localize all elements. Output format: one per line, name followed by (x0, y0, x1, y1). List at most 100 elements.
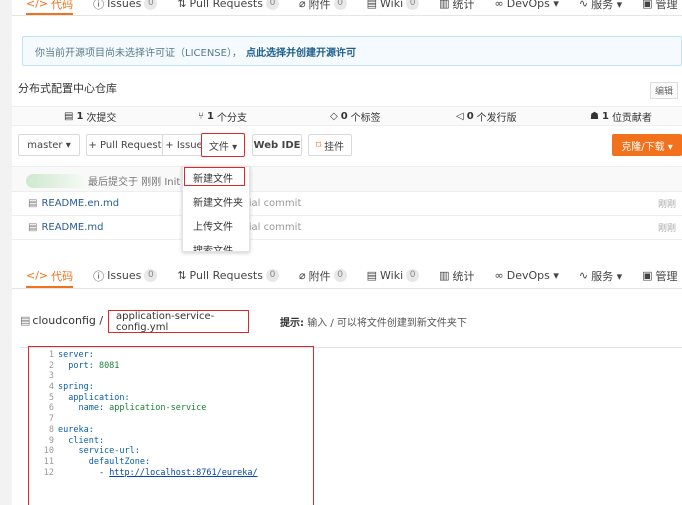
clone-download-button[interactable]: 克隆/下载 ▾ (612, 134, 682, 156)
file-menu-button[interactable]: 文件 ▾ (201, 133, 245, 157)
folder-icon: ▤ (20, 314, 31, 327)
tab-count-badge: 0 (406, 0, 420, 10)
yaml-key: name: (58, 403, 105, 414)
file-time: 刚刚 (657, 224, 676, 234)
url-link[interactable]: http://localhost:8761/eureka/ (109, 468, 257, 478)
mount-label: 挂件 (324, 141, 345, 153)
commit-icon: ▤ (64, 110, 74, 122)
branch-select[interactable]: master ▾ (18, 134, 80, 156)
tab-5[interactable]: ▥ 统计 (439, 263, 474, 288)
tab-3[interactable]: ⌀ 附件 0 (299, 0, 347, 15)
latest-commit-row: 最后提交于 刚刚 Init (12, 166, 682, 192)
tab-label: Issues (107, 0, 142, 10)
tab-icon: ⇅ (177, 269, 187, 282)
code-line: server: (58, 350, 258, 361)
tab-count-badge: 0 (144, 269, 158, 282)
tab-7[interactable]: ∿ 服务 ▾ (579, 263, 622, 288)
file-row[interactable]: ▤ README.md itial commit 刚刚 (12, 216, 682, 240)
line-number: 9 (48, 435, 54, 446)
menu-item-search-file[interactable]: 搜索文件 (183, 241, 249, 251)
stat-branches[interactable]: ⑂ 1 个分支 (198, 109, 247, 124)
tab-label: DevOps ▾ (506, 269, 559, 282)
releases-label: 个发行版 (476, 112, 517, 124)
tab-label: Wiki (380, 269, 404, 282)
tab-6[interactable]: ∞ DevOps ▾ (495, 0, 559, 15)
code-line: port: 8081 (58, 361, 258, 372)
file-link[interactable]: ▤ README.md (28, 222, 103, 233)
tab-2[interactable]: ⇅ Pull Requests 0 (177, 263, 279, 288)
tab-8[interactable]: ▣ 管理 (642, 0, 677, 15)
tab-8[interactable]: ▣ 管理 (642, 263, 677, 288)
choose-license-link[interactable]: 点此选择并创建开源许可 (246, 44, 356, 59)
bookmark-icon: ⌑ (315, 139, 322, 151)
code-line: eureka: (58, 425, 258, 436)
new-issue-button[interactable]: + Issue (162, 134, 206, 156)
repo-nav-top: </> 代码 ⓘ Issues 0 ⇅ Pull Requests 0 ⌀ 附件 0 ▤ Wiki 0 ▥ 统… (12, 0, 682, 16)
tab-4[interactable]: ▤ Wiki 0 (367, 0, 420, 15)
tab-5[interactable]: ▥ 统计 (439, 0, 474, 15)
mount-button[interactable]: ⌑ 挂件 (308, 134, 352, 156)
breadcrumb-folder[interactable]: cloudconfig / (32, 314, 103, 327)
line-number: 4 (48, 382, 54, 393)
filename-input[interactable]: application-service-config.yml (108, 310, 249, 333)
tab-label: 统计 (452, 269, 475, 283)
tab-6[interactable]: ∞ DevOps ▾ (495, 263, 559, 288)
tab-0[interactable]: </> 代码 (26, 263, 74, 288)
tab-1[interactable]: ⓘ Issues 0 (93, 263, 158, 288)
tab-0[interactable]: </> 代码 (26, 0, 74, 15)
stat-releases[interactable]: ◁ 0 个发行版 (456, 109, 517, 124)
contributors-icon: ☗ (590, 110, 599, 122)
tab-label: 附件 (308, 0, 331, 11)
file-name: README.md (41, 222, 104, 233)
tab-label: 代码 (51, 0, 74, 11)
yaml-key: spring: (58, 382, 94, 393)
tab-icon: ▣ (642, 0, 653, 10)
line-number: 6 (48, 403, 54, 414)
line-number: 11 (43, 456, 54, 467)
menu-item-upload-file[interactable]: 上传文件 (183, 217, 249, 239)
web-ide-button[interactable]: Web IDE (252, 134, 302, 156)
contributors-label: 位贡献者 (611, 112, 652, 124)
tab-label: 代码 (51, 269, 74, 283)
yaml-key: application: (58, 392, 130, 403)
file-row[interactable]: ▤ README.en.md itial commit 刚刚 (12, 192, 682, 216)
branches-count: 1 (207, 110, 214, 122)
repo-nav-second: </> 代码 ⓘ Issues 0 ⇅ Pull Requests 0 ⌀ 附件 0 ▤ Wiki 0 ▥ 统… (12, 263, 682, 289)
repo-page: </> 代码 ⓘ Issues 0 ⇅ Pull Requests 0 ⌀ 附件 0 ▤ Wiki 0 ▥ 统… (12, 0, 682, 505)
new-pull-request-button[interactable]: + Pull Request (86, 134, 164, 156)
code-line: spring: (58, 382, 258, 393)
code-line: defaultZone: (58, 457, 258, 468)
code-line: application: (58, 393, 258, 404)
menu-item-new-folder[interactable]: 新建文件夹 (183, 193, 249, 215)
tab-icon: ⌀ (298, 0, 306, 10)
yaml-key: defaultZone: (58, 456, 151, 467)
contributors-count: 1 (601, 110, 609, 122)
tab-1[interactable]: ⓘ Issues 0 (93, 0, 158, 15)
tab-icon: ▤ (366, 269, 378, 282)
repo-stats-bar: ▤ 1 次提交 ⑂ 1 个分支 ◇ 0 个标签 ◁ 0 个发行版 ☗ 1 位贡献… (12, 106, 682, 126)
line-number-gutter: 1 2 3 4 5 6 7 8 9 10 11 12 (32, 350, 54, 478)
tab-icon: ∿ (578, 269, 589, 282)
file-icon: ▤ (28, 198, 38, 209)
tab-7[interactable]: ∿ 服务 ▾ (579, 0, 622, 15)
stat-commits[interactable]: ▤ 1 次提交 (64, 109, 116, 124)
edit-description-button[interactable]: 编辑 (649, 82, 678, 99)
stat-contributors[interactable]: ☗ 1 位贡献者 (590, 109, 652, 124)
file-time: 刚刚 (657, 200, 676, 210)
tab-count-badge: 0 (144, 0, 158, 10)
tab-icon: ∞ (494, 0, 504, 10)
tab-count-badge: 0 (333, 269, 347, 282)
tags-count: 0 (340, 110, 348, 122)
stat-tags[interactable]: ◇ 0 个标签 (330, 109, 381, 124)
tab-label: 服务 ▾ (591, 269, 623, 283)
tab-count-badge: 0 (406, 269, 420, 282)
hint-text: 输入 / 可以将文件创建到新文件夹下 (307, 318, 467, 329)
file-name: README.en.md (41, 198, 120, 209)
tab-3[interactable]: ⌀ 附件 0 (299, 263, 347, 288)
tab-2[interactable]: ⇅ Pull Requests 0 (177, 0, 279, 15)
code-content[interactable]: server: port: 8081 spring: application: … (58, 350, 258, 478)
tab-4[interactable]: ▤ Wiki 0 (367, 263, 420, 288)
file-link[interactable]: ▤ README.en.md (28, 198, 119, 209)
